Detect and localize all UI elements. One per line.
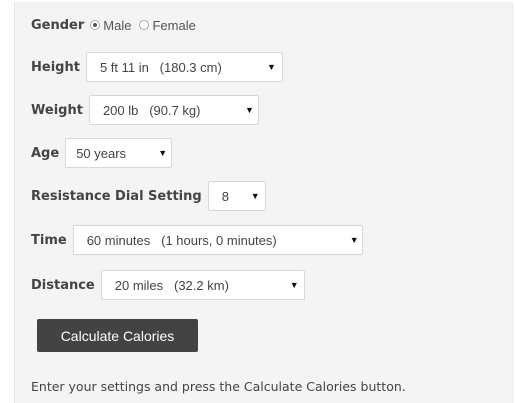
time-label: Time: [31, 232, 67, 248]
radio-female-label[interactable]: Female: [152, 18, 195, 33]
distance-select[interactable]: 20 miles (32.2 km) ▼: [100, 270, 305, 300]
gender-label: Gender: [31, 17, 85, 33]
caret-down-icon: ▼: [266, 62, 276, 72]
distance-row: Distance 20 miles (32.2 km) ▼: [31, 269, 305, 301]
gender-row: Gender Male Female: [31, 9, 204, 41]
resistance-label: Resistance Dial Setting: [31, 188, 202, 204]
time-row: Time 60 minutes (1 hours, 0 minutes) ▼: [31, 224, 363, 256]
weight-label: Weight: [31, 102, 83, 118]
calorie-calculator-panel: Gender Male Female Height 5 ft 11 in (18…: [14, 2, 514, 403]
time-select-value: 60 minutes (1 hours, 0 minutes): [86, 232, 277, 248]
calculate-calories-button[interactable]: Calculate Calories: [37, 319, 198, 352]
distance-label: Distance: [31, 277, 95, 293]
time-select[interactable]: 60 minutes (1 hours, 0 minutes) ▼: [72, 225, 363, 255]
radio-male[interactable]: [90, 20, 101, 30]
weight-select[interactable]: 200 lb (90.7 kg) ▼: [88, 95, 259, 125]
caret-down-icon: ▼: [289, 280, 299, 290]
age-select[interactable]: 50 years ▼: [65, 138, 173, 168]
height-select-value: 5 ft 11 in (180.3 cm): [99, 59, 222, 75]
resistance-row: Resistance Dial Setting 8 ▼: [31, 180, 266, 212]
height-label: Height: [31, 59, 80, 75]
age-row: Age 50 years ▼: [31, 137, 173, 169]
radio-male-label[interactable]: Male: [103, 18, 131, 33]
caret-down-icon: ▼: [349, 235, 359, 245]
age-label: Age: [31, 145, 60, 161]
caret-down-icon: ▼: [244, 105, 254, 115]
caret-down-icon: ▼: [158, 148, 168, 158]
resistance-select-value: 8: [221, 188, 229, 204]
height-select[interactable]: 5 ft 11 in (180.3 cm) ▼: [85, 52, 283, 82]
weight-select-value: 200 lb (90.7 kg): [102, 102, 201, 118]
height-row: Height 5 ft 11 in (180.3 cm) ▼: [31, 51, 283, 83]
radio-female[interactable]: [139, 20, 150, 30]
instructions-text: Enter your settings and press the Calcul…: [31, 379, 406, 394]
distance-select-value: 20 miles (32.2 km): [114, 277, 229, 293]
gender-radio-group: Male Female: [90, 18, 204, 33]
resistance-select[interactable]: 8 ▼: [207, 181, 266, 211]
age-select-value: 50 years: [76, 145, 127, 161]
caret-down-icon: ▼: [250, 191, 260, 201]
weight-row: Weight 200 lb (90.7 kg) ▼: [31, 94, 259, 126]
